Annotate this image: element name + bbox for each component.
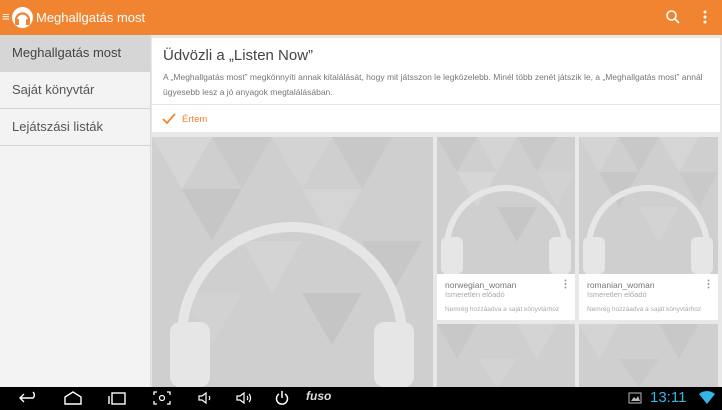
- volume-up-icon[interactable]: [234, 390, 254, 406]
- featured-album-tile[interactable]: [152, 137, 433, 387]
- power-icon[interactable]: [274, 390, 290, 406]
- album-card[interactable]: romanian_woman Ismeretlen előadó Nemrég …: [579, 137, 718, 320]
- song-title: romanian_woman: [587, 280, 655, 290]
- added-label: Nemrég hozzáadva a saját könyvtárhoz: [445, 306, 560, 313]
- sidebar-item-label: Meghallgatás most: [12, 45, 122, 60]
- artist-name: Ismeretlen előadó: [587, 290, 647, 299]
- album-card[interactable]: norwegian_woman Ismeretlen előadó Nemrég…: [437, 137, 575, 320]
- checkmark-icon: [162, 113, 176, 125]
- album-tile-partial[interactable]: [437, 324, 575, 387]
- sidebar-item-listen-now[interactable]: Meghallgatás most: [0, 35, 150, 72]
- app-bar: ≡ Meghallgatás most: [0, 0, 722, 35]
- headphones-placeholder-icon: [579, 324, 699, 387]
- album-card-info: norwegian_woman Ismeretlen előadó Nemrég…: [437, 274, 575, 320]
- sidebar-item-my-library[interactable]: Saját könyvtár: [0, 72, 150, 109]
- clock: 13:11: [650, 389, 687, 406]
- sidebar-item-label: Lejátszási listák: [12, 119, 104, 134]
- card-overflow-icon[interactable]: [707, 279, 710, 289]
- menu-icon[interactable]: ≡: [2, 10, 10, 23]
- recent-apps-icon[interactable]: [106, 390, 128, 406]
- artist-name: Ismeretlen előadó: [445, 290, 505, 299]
- welcome-title: Üdvözli a „Listen Now”: [163, 47, 314, 64]
- overflow-menu-icon[interactable]: [702, 9, 708, 25]
- wifi-icon: [699, 390, 715, 404]
- welcome-text: A „Meghallgatás most” megkönnyíti annak …: [163, 72, 703, 97]
- volume-down-icon[interactable]: [196, 390, 216, 406]
- search-icon[interactable]: [665, 9, 681, 25]
- headphones-placeholder-icon: [152, 137, 422, 387]
- added-label: Nemrég hozzáadva a saját könyvtárhoz: [587, 306, 702, 313]
- app-title: Meghallgatás most: [36, 10, 146, 25]
- divider: [152, 104, 720, 105]
- sidebar: Meghallgatás most Saját könyvtár Lejátsz…: [0, 35, 151, 387]
- headphones-placeholder-icon: [437, 137, 575, 274]
- album-tile-partial[interactable]: [579, 324, 718, 387]
- home-icon[interactable]: [62, 390, 84, 406]
- headphones-logo-icon[interactable]: [12, 7, 33, 28]
- back-icon[interactable]: [18, 390, 40, 406]
- got-it-label: Értem: [182, 113, 208, 125]
- system-navigation-bar: fuso 13:11: [0, 387, 722, 410]
- welcome-card: Üdvözli a „Listen Now” A „Meghallgatás m…: [152, 38, 720, 132]
- album-card-info: romanian_woman Ismeretlen előadó Nemrég …: [579, 274, 718, 320]
- headphones-placeholder-icon: [579, 137, 718, 274]
- sidebar-item-playlists[interactable]: Lejátszási listák: [0, 109, 150, 146]
- song-title: norwegian_woman: [445, 280, 517, 290]
- screenshot-icon[interactable]: [152, 390, 172, 406]
- headphones-placeholder-icon: [437, 324, 557, 387]
- got-it-button[interactable]: Értem: [162, 110, 207, 128]
- gallery-notification-icon[interactable]: [628, 392, 642, 404]
- brand-label: fuso: [306, 389, 332, 403]
- sidebar-item-label: Saját könyvtár: [12, 82, 95, 97]
- card-overflow-icon[interactable]: [564, 279, 567, 289]
